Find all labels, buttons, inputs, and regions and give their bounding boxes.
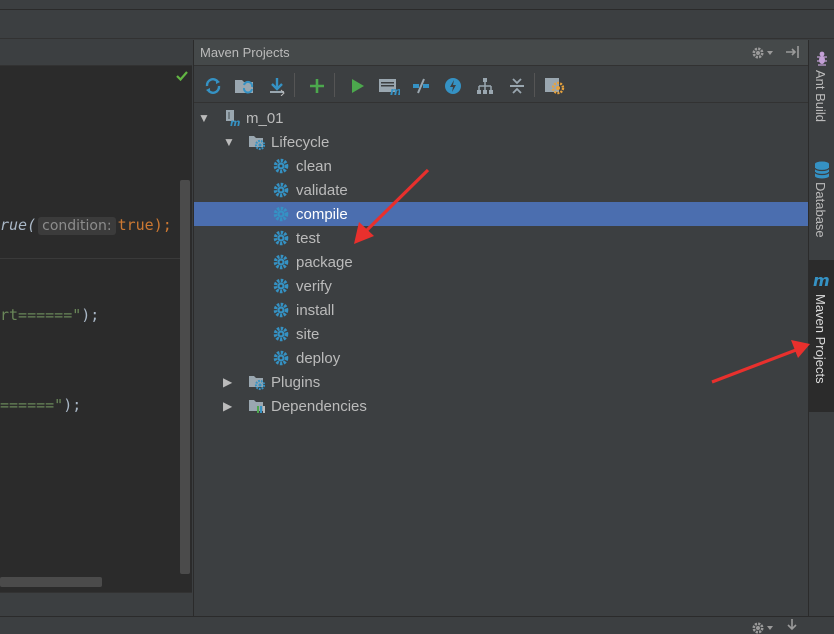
goal-gear-icon — [273, 230, 289, 246]
gear-icon[interactable] — [750, 620, 776, 634]
title-strip — [0, 0, 834, 10]
tree-row-goal-deploy[interactable]: deploy — [194, 346, 809, 370]
goal-gear-icon — [273, 350, 289, 366]
plugins-folder-icon — [249, 376, 266, 391]
ant-build-label: Ant Build — [813, 70, 828, 123]
goal-gear-icon — [273, 278, 289, 294]
hide-icon[interactable] — [786, 617, 798, 633]
code-punctuation: ); — [153, 216, 172, 234]
goal-gear-icon — [273, 182, 289, 198]
panel-header: Maven Projects — [194, 40, 809, 66]
settings-icon[interactable] — [544, 75, 566, 97]
svg-text:m: m — [813, 272, 830, 290]
database-tab[interactable]: Database — [809, 158, 834, 252]
tree-row-goal-compile[interactable]: compile — [194, 202, 808, 226]
execute-goal-icon[interactable]: m — [378, 75, 400, 97]
maven-project-icon: m — [226, 110, 240, 127]
tree-row-dependencies[interactable]: ▶ Dependencies — [194, 394, 809, 418]
code-string: ======" — [0, 396, 64, 414]
goal-label: test — [296, 229, 321, 247]
tree-row-goal-validate[interactable]: validate — [194, 178, 809, 202]
dependencies-label: Dependencies — [271, 397, 367, 415]
tree-row-goal-test[interactable]: test — [194, 226, 809, 250]
collapse-arrow-icon[interactable]: ▶ — [223, 375, 232, 389]
code-punctuation: ); — [63, 396, 82, 414]
maven-projects-panel: Maven Projects m — [193, 40, 809, 616]
tree-row-lifecycle[interactable]: ▼ Lifecycle — [194, 130, 809, 154]
editor-tab-bar — [0, 40, 192, 66]
database-label: Database — [813, 182, 828, 238]
collapse-arrow-icon[interactable]: ▶ — [223, 399, 232, 413]
code-punctuation: ); — [81, 306, 100, 324]
toggle-offline-icon[interactable] — [410, 75, 432, 97]
goal-gear-icon — [273, 206, 289, 222]
right-tool-strip: Ant Build Database m Maven Projects — [808, 40, 834, 616]
run-icon[interactable] — [346, 75, 368, 97]
parameter-hint: condition: — [38, 217, 116, 235]
tree-row-goal-verify[interactable]: verify — [194, 274, 809, 298]
dependencies-folder-icon — [249, 400, 265, 413]
tree-row-goal-site[interactable]: site — [194, 322, 809, 346]
refresh-icon[interactable] — [202, 75, 224, 97]
download-icon[interactable] — [266, 75, 288, 97]
tree-row-plugins[interactable]: ▶ Plugins — [194, 370, 809, 394]
code-token: rue( — [0, 216, 37, 234]
bottom-tool-strip — [0, 616, 834, 634]
code-line[interactable]: rt======"); — [0, 306, 99, 324]
collapse-all-icon[interactable] — [506, 75, 528, 97]
tree-row-goal-install[interactable]: install — [194, 298, 809, 322]
goal-label: validate — [296, 181, 348, 199]
goal-gear-icon — [273, 302, 289, 318]
svg-text:m: m — [230, 118, 240, 127]
code-string: rt======" — [0, 306, 82, 324]
tree-row-project[interactable]: ▼ m m_01 — [194, 106, 809, 130]
method-separator — [0, 258, 180, 259]
vertical-scrollbar[interactable] — [180, 180, 190, 574]
toolbar-separator — [334, 73, 335, 97]
goal-label: verify — [296, 277, 332, 295]
show-dependencies-icon[interactable] — [474, 75, 496, 97]
code-editor[interactable]: rue(condition: true); rt======"); ======"… — [0, 40, 192, 634]
maven-icon: m — [813, 272, 830, 290]
project-name: m_01 — [246, 109, 284, 127]
check-icon — [176, 71, 188, 82]
skip-tests-icon[interactable] — [442, 75, 464, 97]
generate-sources-icon[interactable] — [234, 75, 256, 97]
gear-icon[interactable] — [750, 45, 774, 61]
goal-gear-icon — [273, 326, 289, 342]
lifecycle-label: Lifecycle — [271, 133, 330, 151]
code-keyword: true — [117, 216, 154, 234]
goal-label: deploy — [296, 349, 341, 367]
hide-panel-icon[interactable] — [784, 43, 802, 61]
goal-label: package — [296, 253, 353, 271]
tree-row-goal-clean[interactable]: clean — [194, 154, 809, 178]
add-icon[interactable] — [306, 75, 328, 97]
goal-gear-icon — [273, 158, 289, 174]
maven-toolbar: m — [194, 67, 809, 103]
goal-label: compile — [296, 205, 348, 223]
ant-icon — [817, 51, 827, 66]
plugins-label: Plugins — [271, 373, 321, 391]
expand-arrow-icon[interactable]: ▼ — [223, 135, 235, 149]
goal-label: site — [296, 325, 320, 343]
expand-arrow-icon[interactable]: ▼ — [198, 111, 210, 125]
ant-build-tab[interactable]: Ant Build — [809, 48, 834, 148]
toolbar-separator — [534, 73, 535, 97]
code-line[interactable]: rue(condition: true); — [0, 216, 172, 235]
goal-label: install — [296, 301, 335, 319]
database-icon — [814, 161, 830, 179]
horizontal-scrollbar[interactable] — [0, 577, 102, 587]
tree-row-goal-package[interactable]: package — [194, 250, 809, 274]
maven-projects-tab[interactable]: m Maven Projects — [809, 260, 834, 412]
lifecycle-folder-icon — [249, 136, 266, 151]
navigation-bar — [0, 11, 834, 39]
panel-title: Maven Projects — [200, 45, 290, 60]
svg-text:m: m — [390, 85, 400, 96]
code-line[interactable]: ======"); — [0, 396, 81, 414]
goal-label: clean — [296, 157, 332, 175]
toolbar-separator — [294, 73, 295, 97]
maven-projects-label: Maven Projects — [813, 294, 828, 384]
goal-gear-icon — [273, 254, 289, 270]
